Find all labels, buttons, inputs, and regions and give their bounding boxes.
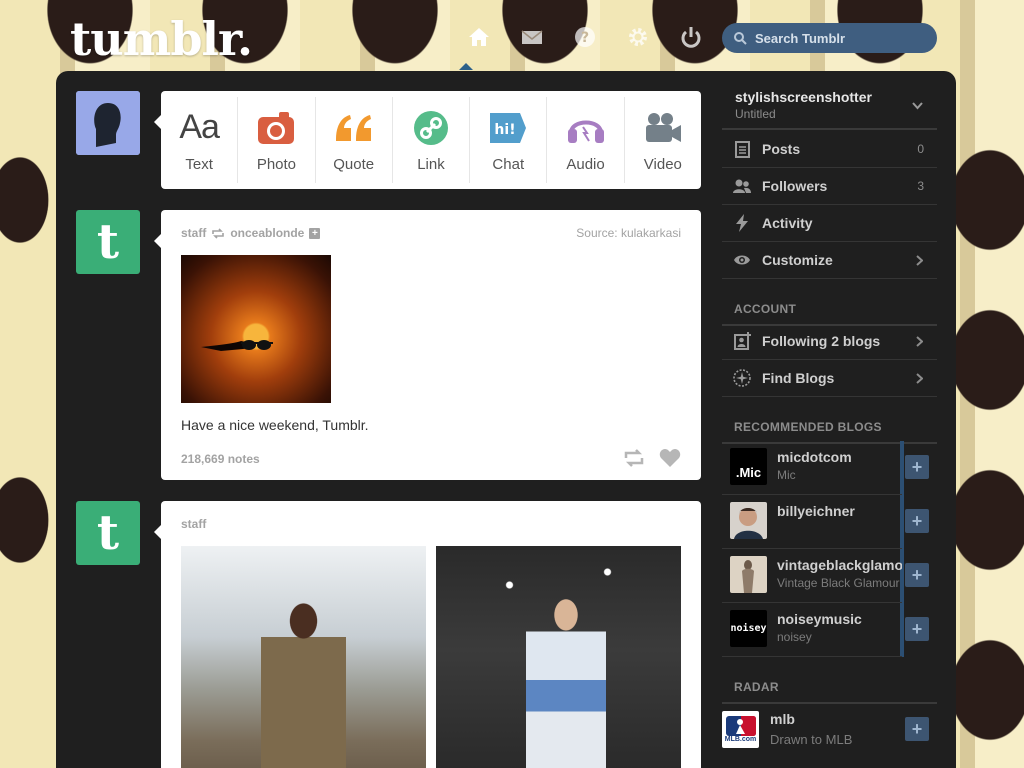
sidebar-item-followers[interactable]: Followers 3 <box>722 168 937 205</box>
post-caption: Have a nice weekend, Tumblr. <box>181 417 369 433</box>
recommended-blog[interactable]: .Mic micdotcom Mic <box>722 441 902 495</box>
post-actions <box>623 448 681 468</box>
search-box[interactable] <box>722 23 937 53</box>
chat-icon: hi! <box>488 108 528 148</box>
post-type-audio[interactable]: Audio <box>547 97 625 183</box>
video-camera-icon <box>644 108 682 148</box>
home-icon[interactable] <box>452 22 505 70</box>
svg-text:hi!: hi! <box>495 122 516 138</box>
post-type-photo[interactable]: Photo <box>238 97 316 183</box>
link-icon <box>413 108 449 148</box>
sidebar-item-following[interactable]: Following 2 blogs <box>722 323 937 360</box>
blog-avatar <box>730 556 767 593</box>
logout-icon[interactable] <box>664 22 717 52</box>
quote-icon <box>334 108 374 148</box>
post-notes[interactable]: 218,669 notes <box>181 452 260 466</box>
post-author[interactable]: staff <box>181 517 206 531</box>
camera-icon <box>257 108 295 148</box>
post-type-link[interactable]: Link <box>393 97 471 183</box>
post-card: staff onceablonde + Source: kulakarkasi … <box>154 210 701 480</box>
like-heart-icon[interactable] <box>659 448 681 468</box>
staff-avatar[interactable]: t <box>76 210 140 274</box>
sidebar-item-activity[interactable]: Activity <box>722 205 937 242</box>
radar-blog[interactable]: MLB.com mlb Drawn to MLB <box>722 703 902 757</box>
following-icon <box>733 332 751 350</box>
text-icon: Aa <box>179 108 220 146</box>
activity-icon <box>733 214 751 232</box>
chevron-right-icon <box>916 336 923 347</box>
follow-button[interactable]: + <box>905 455 929 479</box>
post-photo[interactable] <box>181 255 331 403</box>
blog-avatar: .Mic <box>730 448 767 485</box>
reblogged-from[interactable]: onceablonde <box>230 226 304 240</box>
reblog-icon[interactable] <box>623 448 645 468</box>
post-type-text[interactable]: Aa Text <box>161 97 239 183</box>
chevron-down-icon <box>912 102 923 110</box>
sidebar-item-customize[interactable]: Customize <box>722 242 937 279</box>
blog-selector[interactable]: stylishscreenshotter Untitled <box>722 86 937 130</box>
post-type-quote[interactable]: Quote <box>316 97 393 183</box>
recommended-blog[interactable]: billyeichner <box>722 495 902 549</box>
blog-name: stylishscreenshotter <box>735 89 872 105</box>
follow-button[interactable]: + <box>905 509 929 533</box>
post-source[interactable]: Source: kulakarkasi <box>576 226 681 240</box>
followers-icon <box>733 177 751 195</box>
settings-icon[interactable] <box>611 22 664 52</box>
post-type-video[interactable]: Video <box>625 97 701 183</box>
radar-heading: RADAR <box>722 680 937 704</box>
eye-icon <box>733 251 751 269</box>
post-header: staff onceablonde + <box>181 226 321 240</box>
blog-title: Untitled <box>735 107 776 121</box>
followers-count: 3 <box>917 179 924 193</box>
post-header: staff <box>181 517 206 531</box>
post-type-bar: Aa Text Photo Quote Link hi! Chat Audio <box>154 91 701 189</box>
staff-avatar[interactable]: t <box>76 501 140 565</box>
search-input[interactable] <box>755 30 925 46</box>
header-nav: ? <box>452 22 717 70</box>
posts-icon <box>733 140 751 158</box>
post-type-chat[interactable]: hi! Chat <box>470 97 548 183</box>
blog-avatar: noisey <box>730 610 767 647</box>
follow-button[interactable]: + <box>905 563 929 587</box>
chevron-right-icon <box>916 255 923 266</box>
headphones-icon <box>566 108 606 148</box>
sidebar-item-find-blogs[interactable]: Find Blogs <box>722 360 937 397</box>
user-avatar[interactable] <box>76 91 140 155</box>
reblog-icon <box>212 227 225 239</box>
blog-avatar: MLB.com <box>722 711 759 748</box>
posts-count: 0 <box>917 142 924 156</box>
svg-text:?: ? <box>580 30 588 46</box>
post-author[interactable]: staff <box>181 226 206 240</box>
compass-icon <box>733 369 751 387</box>
blog-avatar <box>730 502 767 539</box>
search-icon <box>734 31 747 45</box>
sidebar-item-posts[interactable]: Posts 0 <box>722 131 937 168</box>
help-icon[interactable]: ? <box>558 22 611 52</box>
follow-button[interactable]: + <box>905 717 929 741</box>
tumblr-logo[interactable]: tumblr. <box>70 12 253 66</box>
post-photo[interactable] <box>436 546 681 768</box>
post-card: staff <box>154 501 701 768</box>
follow-plus-icon[interactable]: + <box>309 227 321 239</box>
recommended-blog[interactable]: noisey noiseymusic noisey <box>722 603 902 657</box>
chevron-right-icon <box>916 373 923 384</box>
follow-button[interactable]: + <box>905 617 929 641</box>
post-photo[interactable] <box>181 546 426 768</box>
inbox-icon[interactable] <box>505 22 558 52</box>
recommended-blog[interactable]: vintageblackglamour Vintage Black Glamou… <box>722 549 902 603</box>
